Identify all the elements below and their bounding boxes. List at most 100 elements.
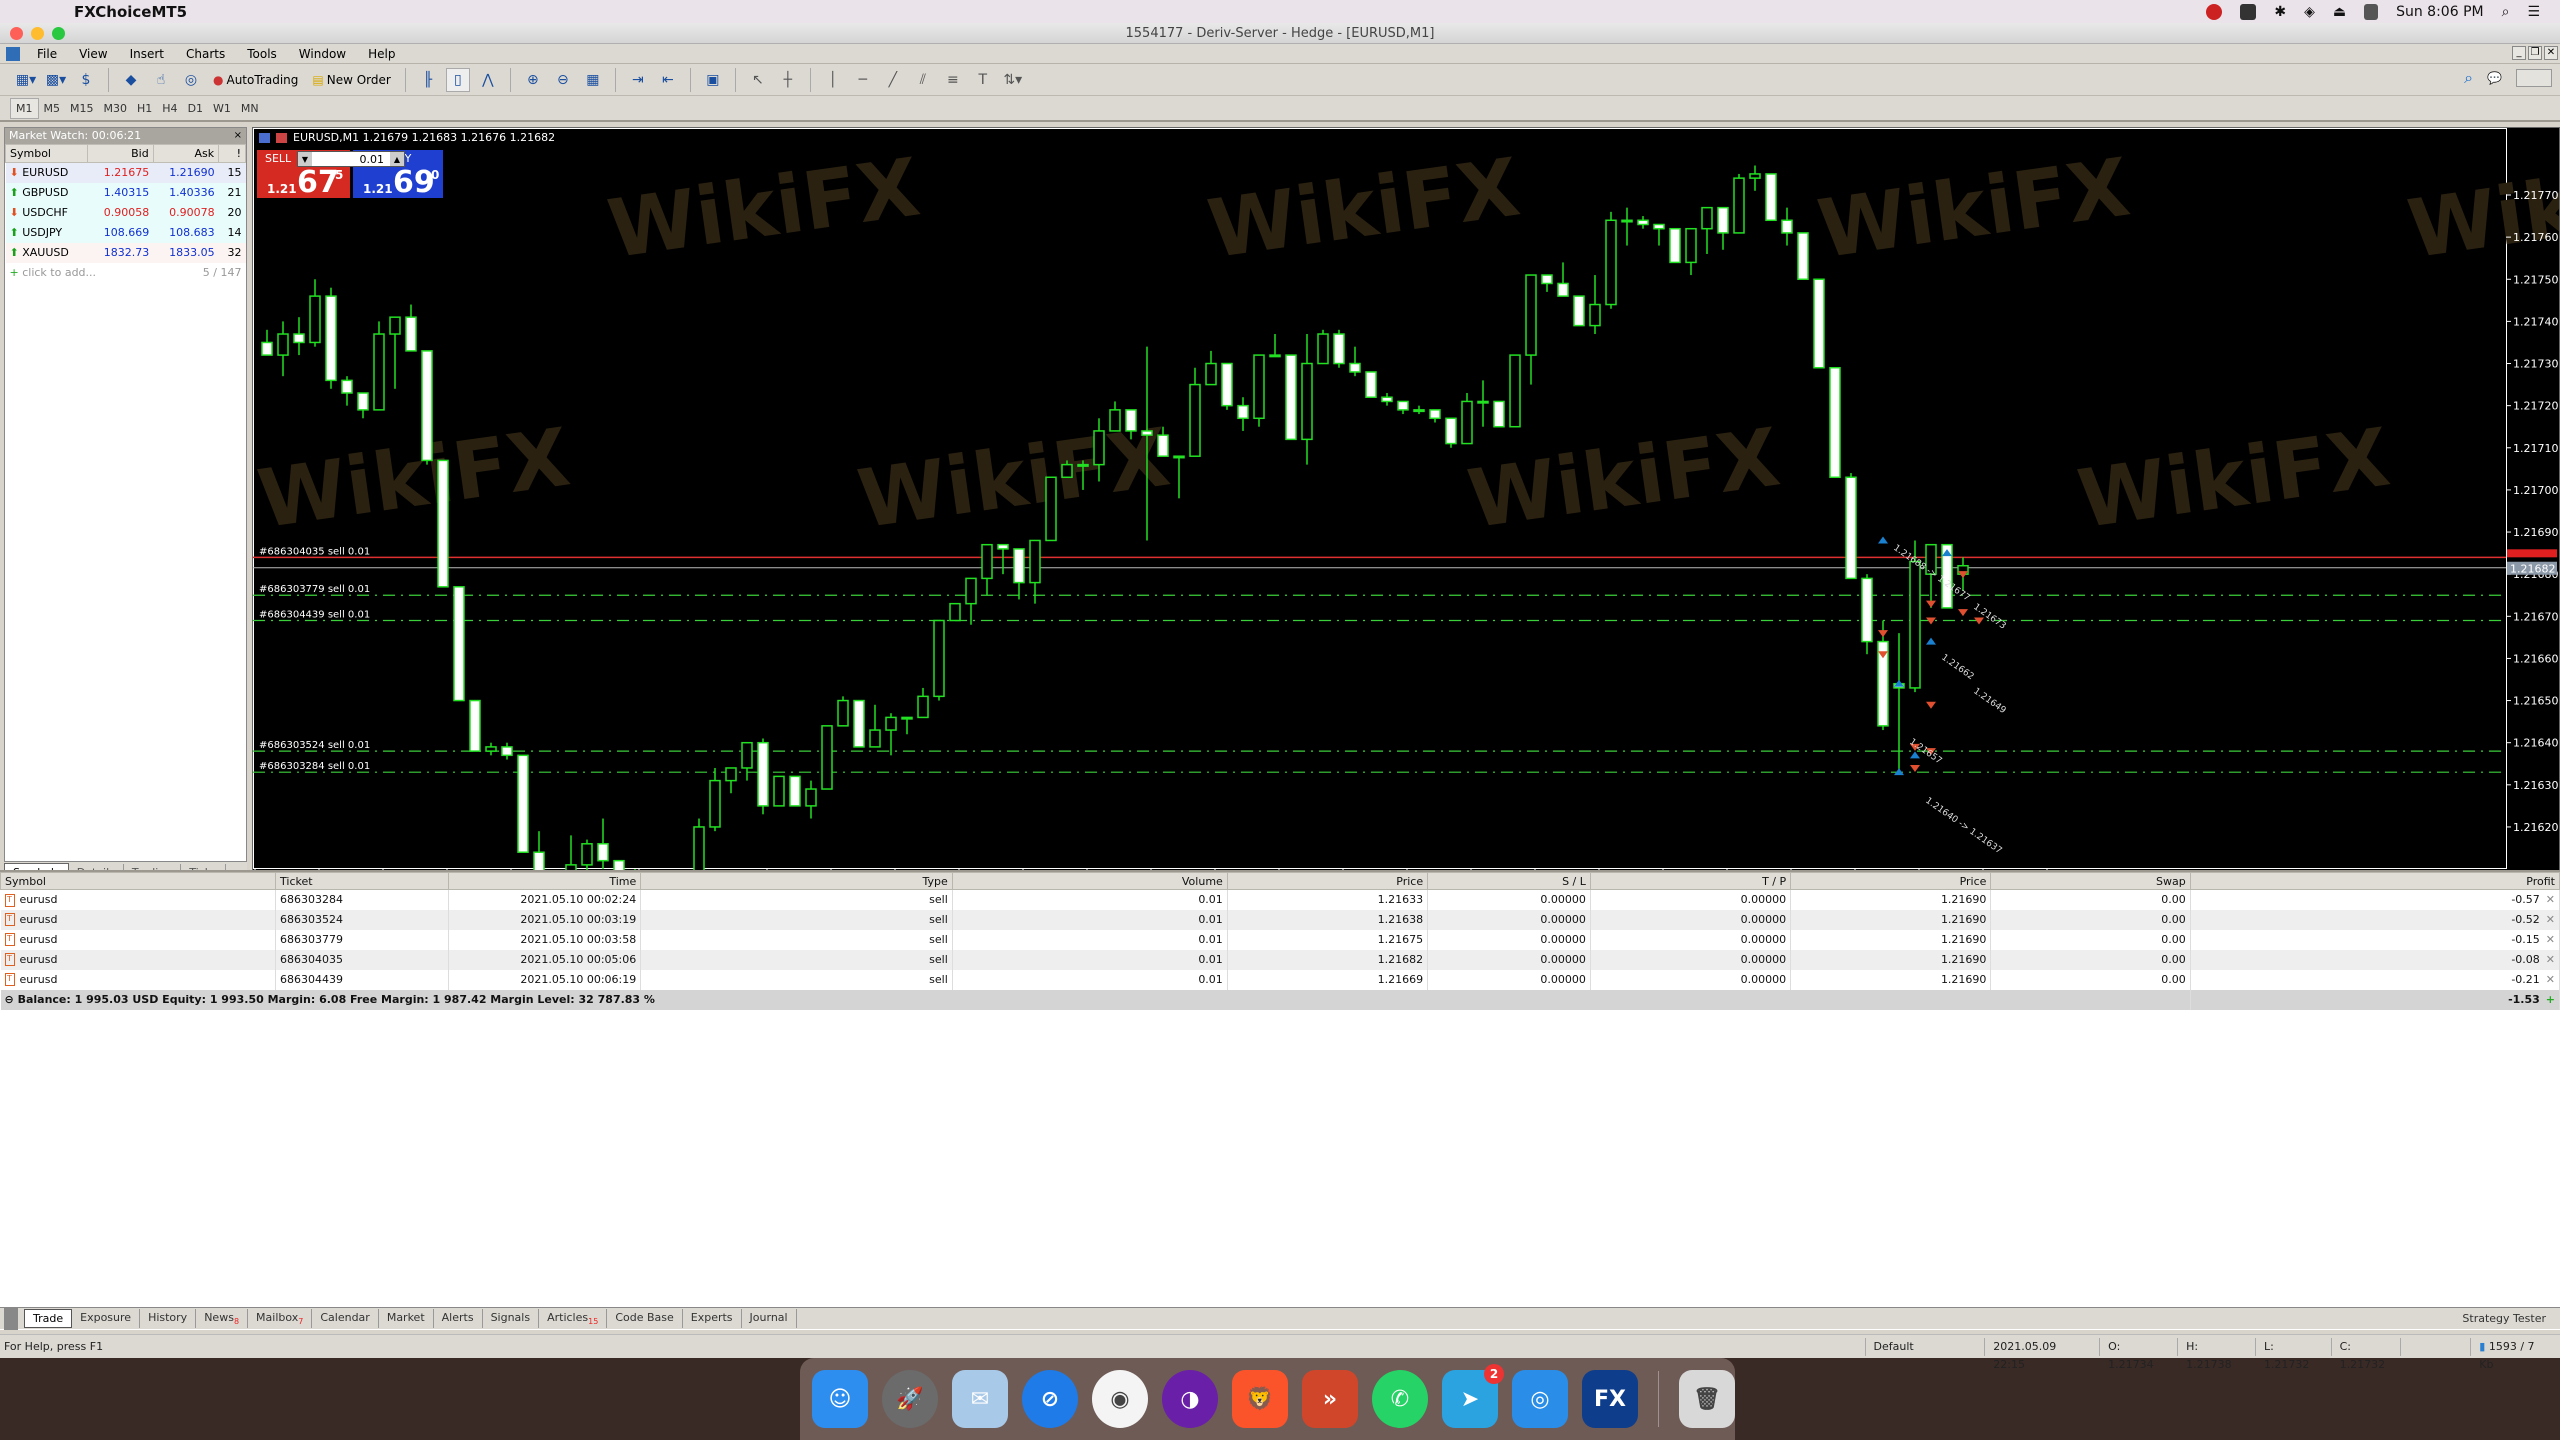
status-connection[interactable]: ▮ 1593 / 7 Kb bbox=[2470, 1337, 2560, 1371]
data-window-icon[interactable]: ◆ bbox=[119, 68, 143, 92]
timeframe-w1[interactable]: W1 bbox=[208, 99, 236, 118]
timeframe-h4[interactable]: H4 bbox=[157, 99, 182, 118]
column-spread[interactable]: ! bbox=[218, 144, 246, 163]
position-row[interactable]: Teurusd 686303284 2021.05.10 00:02:24 sell 0… bbox=[0, 889, 2560, 910]
tab-signals[interactable]: Signals bbox=[483, 1308, 540, 1329]
tab-code-base[interactable]: Code Base bbox=[607, 1308, 683, 1329]
column-bid[interactable]: Bid bbox=[87, 144, 154, 163]
line-chart-icon[interactable]: ⋀ bbox=[476, 68, 500, 92]
position-row[interactable]: Teurusd 686303779 2021.05.10 00:03:58 sell 0… bbox=[0, 929, 2560, 950]
chrome-dock-icon[interactable]: ◉ bbox=[1092, 1370, 1148, 1428]
mail-dock-icon[interactable]: ✉ bbox=[952, 1370, 1008, 1428]
cursor-icon[interactable]: ↖ bbox=[746, 68, 770, 92]
lot-increase-button[interactable]: ▲ bbox=[390, 152, 404, 166]
bar-chart-icon[interactable]: ╟ bbox=[416, 68, 440, 92]
chart-window[interactable]: WikiFX WikiFX WikiFX WikiFX WikiFX WikiFX Wiki… bbox=[252, 127, 2560, 885]
navigator-icon[interactable]: ☝ bbox=[149, 68, 173, 92]
timeframe-mn[interactable]: MN bbox=[236, 99, 264, 118]
candlestick-icon[interactable]: ▯ bbox=[445, 67, 470, 92]
chart-restore-button[interactable]: ❐ bbox=[2528, 46, 2542, 60]
menu-window[interactable]: Window bbox=[288, 47, 357, 61]
trash-dock-icon[interactable]: 🗑 bbox=[1678, 1370, 1735, 1428]
tile-windows-icon[interactable]: ▦ bbox=[581, 68, 605, 92]
zoom-out-icon[interactable]: ⊖ bbox=[551, 68, 575, 92]
wifi-icon[interactable]: ◈ bbox=[2304, 4, 2315, 20]
chart-close-button[interactable]: ✕ bbox=[2544, 46, 2558, 60]
crosshair-icon[interactable]: ┼ bbox=[776, 68, 800, 92]
column-header[interactable]: Type bbox=[640, 872, 953, 890]
menu-tools[interactable]: Tools bbox=[236, 47, 288, 61]
control-center-icon[interactable]: ☰ bbox=[2527, 4, 2540, 20]
new-order-button[interactable]: ▤ New Order bbox=[308, 68, 394, 92]
tab-mailbox[interactable]: Mailbox7 bbox=[248, 1308, 313, 1329]
fibonacci-icon[interactable]: ≡ bbox=[941, 68, 965, 92]
horizontal-line-icon[interactable]: ─ bbox=[851, 68, 875, 92]
zoom-in-icon[interactable]: ⊕ bbox=[521, 68, 545, 92]
add-symbol-cell[interactable]: + click to add... bbox=[6, 263, 154, 283]
menu-view[interactable]: View bbox=[68, 47, 118, 61]
timeframe-m5[interactable]: M5 bbox=[39, 99, 66, 118]
market-watch-row[interactable]: ⬇ USDCHF 0.90058 0.90078 20 bbox=[5, 202, 246, 223]
tab-market[interactable]: Market bbox=[379, 1308, 434, 1329]
tab-articles[interactable]: Articles15 bbox=[539, 1308, 608, 1329]
strategy-tester-button[interactable]: Strategy Tester bbox=[2462, 1312, 2546, 1325]
notification-icon[interactable] bbox=[2206, 3, 2223, 20]
chat-icon[interactable]: 💬 bbox=[2487, 71, 2502, 85]
menu-charts[interactable]: Charts bbox=[175, 47, 236, 61]
tab-history[interactable]: History bbox=[140, 1308, 197, 1329]
safari-dock-icon[interactable]: ⊘ bbox=[1022, 1370, 1078, 1428]
column-header[interactable]: Ticket bbox=[275, 872, 450, 890]
tab-news[interactable]: News8 bbox=[196, 1308, 249, 1329]
arrows-icon[interactable]: ⇅▾ bbox=[1001, 68, 1025, 92]
whatsapp-dock-icon[interactable]: ✆ bbox=[1372, 1370, 1428, 1428]
new-chart-icon[interactable]: ▦▾ bbox=[14, 68, 38, 92]
plus-icon[interactable]: + bbox=[2546, 993, 2555, 1006]
zoom-window-button[interactable] bbox=[52, 27, 65, 40]
minimize-window-button[interactable] bbox=[31, 27, 44, 40]
column-ask[interactable]: Ask bbox=[152, 144, 220, 163]
column-header[interactable]: Profit bbox=[2189, 872, 2560, 890]
market-watch-row[interactable]: ⬆ XAUUSD 1832.73 1833.05 32 bbox=[5, 242, 246, 263]
eject-icon[interactable]: ⏏ bbox=[2333, 4, 2346, 20]
app-icon[interactable] bbox=[6, 46, 20, 61]
menu-file[interactable]: File bbox=[26, 47, 68, 61]
position-row[interactable]: Teurusd 686304035 2021.05.10 00:05:06 sell 0… bbox=[0, 949, 2560, 970]
column-header[interactable]: T / P bbox=[1589, 872, 1792, 890]
lot-decrease-button[interactable]: ▼ bbox=[298, 152, 312, 166]
candlestick-chart[interactable]: WikiFX WikiFX WikiFX WikiFXWikiFX WikiFX Wiki… bbox=[253, 128, 2559, 884]
tab-trade[interactable]: Trade bbox=[24, 1308, 73, 1329]
fxchoice-dock-icon[interactable]: FX bbox=[1582, 1370, 1638, 1428]
profiles-icon[interactable]: ▩▾ bbox=[44, 68, 68, 92]
position-row[interactable]: Teurusd 686303524 2021.05.10 00:03:19 sell 0… bbox=[0, 909, 2560, 930]
brave-dock-icon[interactable]: 🦁 bbox=[1232, 1370, 1288, 1428]
tab-journal[interactable]: Journal bbox=[742, 1308, 797, 1329]
search-icon[interactable]: ⌕ bbox=[2464, 68, 2473, 88]
trendline-icon[interactable]: ╱ bbox=[881, 68, 905, 92]
market-watch-row[interactable]: ⬇ EURUSD 1.21675 1.21690 15 bbox=[5, 162, 246, 183]
tab-experts[interactable]: Experts bbox=[683, 1308, 742, 1329]
signals-icon[interactable]: ◎ bbox=[179, 68, 203, 92]
status-profile[interactable]: Default bbox=[1864, 1337, 1985, 1356]
finder-dock-icon[interactable]: ☺ bbox=[812, 1370, 868, 1428]
timeframe-h1[interactable]: H1 bbox=[132, 99, 157, 118]
column-header[interactable]: Volume bbox=[951, 872, 1228, 890]
app-name[interactable]: FXChoiceMT5 bbox=[74, 3, 187, 21]
column-header[interactable]: Price bbox=[1226, 872, 1429, 890]
calendar-icon[interactable] bbox=[2364, 3, 2379, 20]
clock[interactable]: Sun 8:06 PM bbox=[2396, 4, 2484, 20]
close-position-icon[interactable]: ✕ bbox=[2546, 933, 2555, 946]
column-header[interactable]: Swap bbox=[1990, 872, 2191, 890]
market-watch-row[interactable]: ⬆ GBPUSD 1.40315 1.40336 21 bbox=[5, 182, 246, 203]
collapse-icon[interactable]: ⊖ bbox=[5, 993, 14, 1006]
text-icon[interactable]: T bbox=[971, 68, 995, 92]
close-window-button[interactable] bbox=[10, 27, 23, 40]
search-input[interactable] bbox=[2516, 69, 2552, 87]
close-position-icon[interactable]: ✕ bbox=[2546, 893, 2555, 906]
market-watch-row[interactable]: ⬆ USDJPY 108.669 108.683 14 bbox=[5, 222, 246, 243]
tab-exposure[interactable]: Exposure bbox=[72, 1308, 141, 1329]
spotlight-icon[interactable]: ⌕ bbox=[2502, 4, 2510, 20]
toolbox-handle[interactable] bbox=[4, 1307, 18, 1330]
equidistant-channel-icon[interactable]: ⫽ bbox=[911, 68, 935, 92]
shield-icon[interactable] bbox=[2240, 3, 2257, 20]
tab-calendar[interactable]: Calendar bbox=[312, 1308, 379, 1329]
